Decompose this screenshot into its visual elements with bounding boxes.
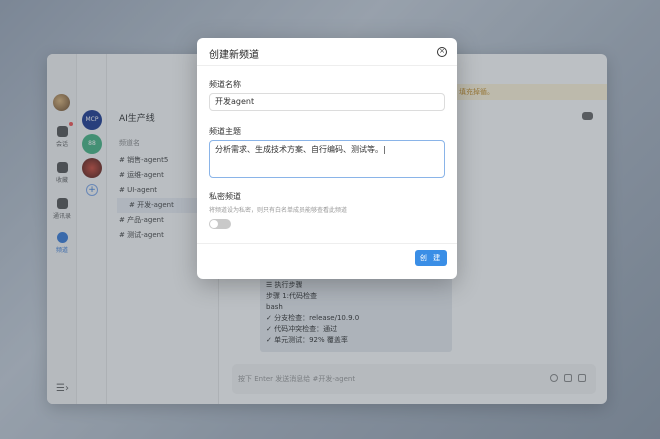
dialog-divider: [197, 243, 457, 244]
close-icon[interactable]: ×: [437, 47, 447, 57]
dialog-title: 创建新频道: [209, 50, 259, 61]
dialog-header: 创建新频道 ×: [197, 38, 457, 66]
create-button[interactable]: 创 建: [415, 250, 447, 266]
create-channel-dialog: 创建新频道 × 频道名称 开发agent 频道主题 分析需求、生成技术方案、自行…: [197, 38, 457, 279]
private-channel-label: 私密频道: [209, 192, 241, 201]
channel-topic-field[interactable]: 分析需求、生成技术方案、自行编码、测试等。|: [209, 140, 445, 178]
private-channel-hint: 将频道设为私密，则只有白名单成员能够查看此频道: [209, 207, 348, 214]
channel-name-field[interactable]: 开发agent: [209, 93, 445, 111]
private-channel-toggle[interactable]: [209, 219, 231, 229]
channel-topic-label: 频道主题: [209, 127, 241, 136]
channel-name-label: 频道名称: [209, 80, 241, 89]
